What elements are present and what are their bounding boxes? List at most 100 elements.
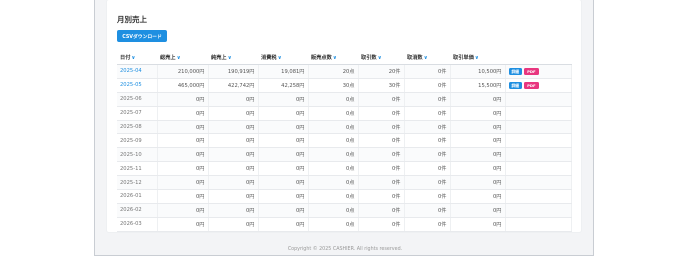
column-header-tax[interactable]: 消費税∨	[258, 51, 308, 65]
cell-net: 0円	[208, 106, 259, 121]
monthly-sales-table: 日付∨ 総売上∨ 純売上∨ 消費税∨ 販売点数∨ 取引数∨ 取消数∨ 取引単価∨ 2025-0…	[117, 51, 572, 232]
csv-download-button[interactable]: CSVダウンロード	[117, 30, 167, 42]
cell-cancel: 0件	[404, 189, 451, 204]
sort-chevron-icon[interactable]: ∨	[278, 55, 282, 61]
sort-chevron-icon[interactable]: ∨	[333, 55, 337, 61]
cell-tax: 19,081円	[258, 64, 309, 79]
cell-actions	[505, 120, 572, 135]
cell-items: 0点	[308, 133, 359, 149]
pdf-button[interactable]: PDF	[524, 81, 539, 89]
cell-gross: 0円	[157, 92, 209, 107]
cell-unit: 10,500円	[450, 64, 506, 79]
column-header-label: 総売上	[160, 55, 176, 61]
cell-date: 2025-09	[117, 133, 158, 149]
cell-tax: 0円	[258, 217, 309, 232]
sort-chevron-icon[interactable]: ∨	[177, 55, 181, 61]
cell-actions: 詳細 PDF	[505, 64, 572, 79]
cell-date[interactable]: 2025-05	[117, 78, 158, 93]
cell-gross: 0円	[157, 217, 209, 232]
cell-cancel: 0件	[404, 133, 451, 149]
cell-trans: 0件	[358, 189, 405, 204]
sort-chevron-icon[interactable]: ∨	[228, 55, 232, 61]
cell-gross: 210,000円	[157, 64, 209, 79]
cell-gross: 465,000円	[157, 78, 209, 93]
table-row: 2025-07 0円 0円 0円 0点 0件 0件 0円	[117, 106, 572, 121]
column-header-unit[interactable]: 取引単価∨	[450, 51, 505, 65]
cell-net: 422,742円	[208, 78, 259, 93]
cell-actions	[505, 203, 572, 218]
cell-cancel: 0件	[404, 147, 451, 163]
cell-net: 0円	[208, 133, 259, 149]
cell-actions	[505, 217, 572, 232]
cell-tax: 0円	[258, 92, 309, 107]
sort-chevron-icon[interactable]: ∨	[131, 55, 135, 61]
cell-trans: 0件	[358, 106, 405, 121]
table-row: 2025-05 465,000円 422,742円 42,258円 30点 30件 0件 15…	[117, 78, 572, 93]
cell-actions: 詳細 PDF	[505, 78, 572, 93]
cell-actions	[505, 189, 572, 204]
table-row: 2026-03 0円 0円 0円 0点 0件 0件 0円	[117, 217, 572, 232]
column-header-gross[interactable]: 総売上∨	[157, 51, 208, 65]
cell-net: 0円	[208, 120, 259, 135]
cell-net: 0円	[208, 92, 259, 107]
table-row: 2025-11 0円 0円 0円 0点 0件 0件 0円	[117, 161, 572, 177]
column-header-net[interactable]: 純売上∨	[208, 51, 258, 65]
cell-items: 0点	[308, 217, 359, 232]
cell-items: 20点	[308, 64, 359, 79]
cell-date: 2025-12	[117, 175, 158, 191]
column-header-cancel[interactable]: 取消数∨	[404, 51, 450, 65]
cell-cancel: 0件	[404, 175, 451, 191]
cell-date: 2025-06	[117, 92, 158, 107]
cell-trans: 0件	[358, 92, 405, 107]
cell-cancel: 0件	[404, 106, 451, 121]
cell-tax: 42,258円	[258, 78, 309, 93]
pdf-button[interactable]: PDF	[524, 67, 539, 75]
cell-trans: 0件	[358, 203, 405, 218]
detail-button[interactable]: 詳細	[508, 67, 523, 75]
cell-trans: 20件	[358, 64, 405, 79]
column-header-label: 取引単価	[453, 55, 474, 61]
cell-trans: 30件	[358, 78, 405, 93]
table-header-row: 日付∨ 総売上∨ 純売上∨ 消費税∨ 販売点数∨ 取引数∨ 取消数∨ 取引単価∨	[117, 51, 571, 65]
cell-trans: 0件	[358, 175, 405, 191]
cell-items: 0点	[308, 106, 359, 121]
column-header-label: 販売点数	[311, 55, 332, 61]
sort-chevron-icon[interactable]: ∨	[424, 55, 428, 61]
cell-trans: 0件	[358, 120, 405, 135]
column-header-items[interactable]: 販売点数∨	[308, 51, 358, 65]
sort-chevron-icon[interactable]: ∨	[475, 55, 479, 61]
table-body: 2025-04 210,000円 190,919円 19,081円 20点 20件 0件 10…	[117, 64, 572, 232]
cell-tax: 0円	[258, 147, 309, 163]
column-header-trans[interactable]: 取引数∨	[358, 51, 404, 65]
cell-gross: 0円	[157, 120, 209, 135]
cell-date: 2025-07	[117, 106, 158, 121]
cell-net: 190,919円	[208, 64, 259, 79]
cell-cancel: 0件	[404, 92, 451, 107]
cell-unit: 0円	[450, 106, 506, 121]
cell-tax: 0円	[258, 189, 309, 204]
sort-chevron-icon[interactable]: ∨	[378, 55, 382, 61]
column-header-date[interactable]: 日付∨	[117, 51, 157, 65]
cell-unit: 0円	[450, 203, 506, 218]
cell-gross: 0円	[157, 147, 209, 163]
cell-items: 0点	[308, 120, 359, 135]
cell-cancel: 0件	[404, 120, 451, 135]
cell-unit: 0円	[450, 147, 506, 163]
cell-actions	[505, 106, 572, 121]
cell-unit: 0円	[450, 175, 506, 191]
table-row: 2025-08 0円 0円 0円 0点 0件 0件 0円	[117, 120, 572, 135]
cell-unit: 0円	[450, 133, 506, 149]
cell-actions	[505, 92, 572, 107]
cell-unit: 0円	[450, 189, 506, 204]
cell-actions	[505, 133, 572, 149]
cell-items: 30点	[308, 78, 359, 93]
cell-date[interactable]: 2025-04	[117, 64, 158, 79]
table-row: 2025-04 210,000円 190,919円 19,081円 20点 20件 0件 10…	[117, 64, 572, 79]
cell-trans: 0件	[358, 147, 405, 163]
cell-net: 0円	[208, 147, 259, 163]
table-row: 2025-06 0円 0円 0円 0点 0件 0件 0円	[117, 92, 572, 107]
cell-cancel: 0件	[404, 217, 451, 232]
cell-tax: 0円	[258, 175, 309, 191]
column-header-label: 取消数	[407, 55, 423, 61]
detail-button[interactable]: 詳細	[508, 81, 523, 89]
